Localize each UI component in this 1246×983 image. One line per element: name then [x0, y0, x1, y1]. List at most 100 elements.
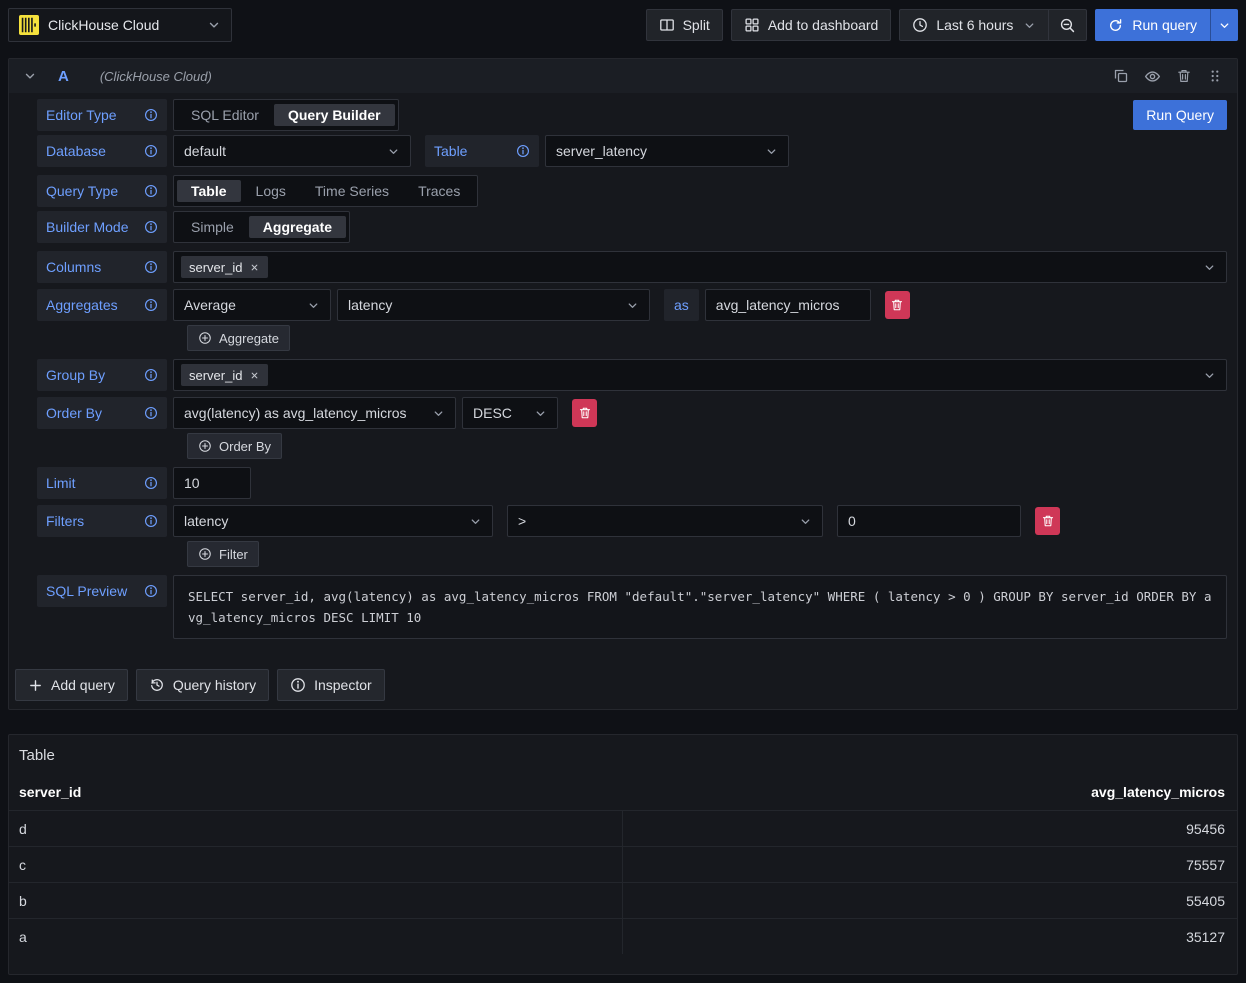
- table-select[interactable]: server_latency: [545, 135, 789, 167]
- columns-chip-server-id[interactable]: server_id: [181, 256, 268, 278]
- query-history-button[interactable]: Query history: [136, 669, 269, 701]
- info-icon[interactable]: [516, 144, 530, 158]
- aggregate-function-select[interactable]: Average: [173, 289, 331, 321]
- sync-icon: [1108, 18, 1123, 33]
- drag-grip-icon[interactable]: [1207, 68, 1223, 84]
- field-label-database: Database: [37, 135, 167, 167]
- field-label-sql-preview: SQL Preview: [37, 575, 167, 607]
- info-icon[interactable]: [144, 260, 158, 274]
- chevron-down-icon: [432, 407, 445, 420]
- chevron-down-icon: [534, 407, 547, 420]
- table-row: b 55405: [9, 882, 1237, 918]
- column-header-avg-latency-micros[interactable]: avg_latency_micros: [1091, 784, 1225, 800]
- editor-run-query-button[interactable]: Run Query: [1133, 100, 1227, 130]
- as-label: as: [664, 289, 699, 321]
- info-icon[interactable]: [144, 584, 158, 598]
- info-icon[interactable]: [144, 368, 158, 382]
- limit-input[interactable]: [173, 467, 251, 499]
- chevron-down-icon: [765, 145, 778, 158]
- filter-operator-select[interactable]: >: [507, 505, 823, 537]
- database-select[interactable]: default: [173, 135, 411, 167]
- info-icon[interactable]: [144, 184, 158, 198]
- cell-server-id: b: [9, 883, 623, 918]
- run-query-button[interactable]: Run query: [1095, 9, 1210, 41]
- datasource-picker[interactable]: ClickHouse Cloud: [8, 8, 232, 42]
- query-datasource-hint: (ClickHouse Cloud): [100, 69, 212, 84]
- group-by-multiselect[interactable]: server_id: [173, 359, 1227, 391]
- option-table[interactable]: Table: [177, 180, 241, 202]
- info-icon[interactable]: [144, 144, 158, 158]
- table-header-row: server_id avg_latency_micros: [9, 770, 1237, 810]
- info-icon[interactable]: [144, 220, 158, 234]
- option-time-series[interactable]: Time Series: [301, 180, 403, 202]
- toolbar-actions: Split Add to dashboard Last 6 hours: [646, 9, 1238, 41]
- option-simple[interactable]: Simple: [177, 216, 248, 238]
- inspector-button[interactable]: Inspector: [277, 669, 385, 701]
- info-icon[interactable]: [144, 514, 158, 528]
- split-button[interactable]: Split: [646, 9, 723, 41]
- option-query-builder[interactable]: Query Builder: [274, 104, 395, 126]
- remove-chip-icon[interactable]: [249, 262, 260, 273]
- info-icon[interactable]: [144, 108, 158, 122]
- trash-icon: [890, 298, 904, 312]
- field-label-editor-type: Editor Type: [37, 99, 167, 131]
- group-by-chip-server-id[interactable]: server_id: [181, 364, 268, 386]
- field-label-limit: Limit: [37, 467, 167, 499]
- time-range-picker[interactable]: Last 6 hours: [899, 9, 1049, 41]
- clock-icon: [912, 17, 928, 33]
- remove-filter-button[interactable]: [1035, 507, 1060, 535]
- filter-column-select[interactable]: latency: [173, 505, 493, 537]
- remove-aggregate-button[interactable]: [885, 291, 910, 319]
- delete-query-trash-icon[interactable]: [1176, 68, 1192, 84]
- duplicate-query-icon[interactable]: [1113, 68, 1129, 84]
- add-order-by-button[interactable]: Order By: [187, 433, 282, 459]
- plus-circle-icon: [198, 331, 212, 345]
- cell-server-id: c: [9, 847, 623, 882]
- toggle-visibility-eye-icon[interactable]: [1144, 68, 1161, 85]
- info-icon[interactable]: [144, 476, 158, 490]
- plus-circle-icon: [198, 547, 212, 561]
- chevron-down-icon: [1203, 261, 1216, 274]
- cell-avg-latency: 75557: [623, 847, 1237, 882]
- column-header-server-id[interactable]: server_id: [19, 784, 81, 800]
- remove-chip-icon[interactable]: [249, 370, 260, 381]
- option-aggregate[interactable]: Aggregate: [249, 216, 346, 238]
- field-label-columns: Columns: [37, 251, 167, 283]
- editor-type-options: SQL Editor Query Builder: [173, 99, 399, 131]
- add-filter-button[interactable]: Filter: [187, 541, 259, 567]
- run-query-dropdown-button[interactable]: [1210, 9, 1238, 41]
- field-label-aggregates: Aggregates: [37, 289, 167, 321]
- table-row: d 95456: [9, 810, 1237, 846]
- cell-avg-latency: 35127: [623, 919, 1237, 954]
- field-label-table: Table: [425, 135, 539, 167]
- option-traces[interactable]: Traces: [404, 180, 474, 202]
- chevron-down-icon: [307, 299, 320, 312]
- add-to-dashboard-button[interactable]: Add to dashboard: [731, 9, 892, 41]
- columns-multiselect[interactable]: server_id: [173, 251, 1227, 283]
- cell-avg-latency: 55405: [623, 883, 1237, 918]
- collapse-chevron-icon[interactable]: [23, 69, 37, 83]
- add-to-dashboard-label: Add to dashboard: [768, 17, 879, 33]
- query-type-options: Table Logs Time Series Traces: [173, 175, 478, 207]
- aggregate-alias-input[interactable]: [705, 289, 871, 321]
- split-button-label: Split: [683, 17, 710, 33]
- query-ref-id[interactable]: A: [58, 68, 69, 85]
- aggregate-column-select[interactable]: latency: [337, 289, 650, 321]
- chevron-down-icon: [1023, 19, 1036, 32]
- split-icon: [659, 17, 675, 33]
- info-icon[interactable]: [144, 406, 158, 420]
- option-logs[interactable]: Logs: [242, 180, 300, 202]
- query-editor-panel: A (ClickHouse Cloud) Editor Type SQL Ed: [8, 58, 1238, 710]
- order-by-field-select[interactable]: avg(latency) as avg_latency_micros: [173, 397, 456, 429]
- time-range-label: Last 6 hours: [936, 17, 1013, 33]
- info-icon[interactable]: [144, 298, 158, 312]
- add-query-button[interactable]: Add query: [15, 669, 128, 701]
- plus-circle-icon: [198, 439, 212, 453]
- order-by-direction-select[interactable]: DESC: [462, 397, 558, 429]
- remove-order-by-button[interactable]: [572, 399, 597, 427]
- filter-value-input[interactable]: [837, 505, 1021, 537]
- add-aggregate-button[interactable]: Aggregate: [187, 325, 290, 351]
- time-controls: Last 6 hours: [899, 9, 1087, 41]
- option-sql-editor[interactable]: SQL Editor: [177, 104, 273, 126]
- zoom-out-time-button[interactable]: [1049, 9, 1087, 41]
